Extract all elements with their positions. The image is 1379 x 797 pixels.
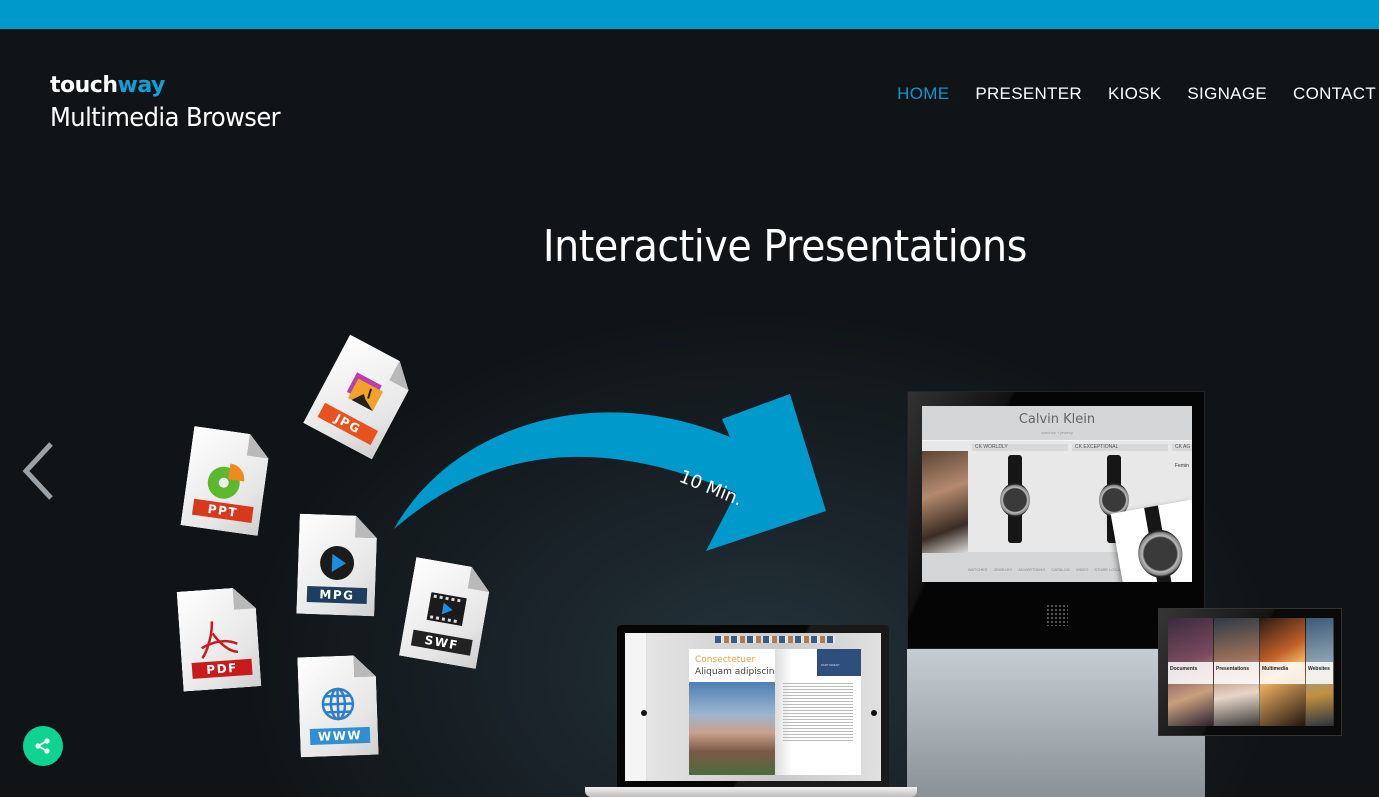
kiosk-tagline: watches + jewelry — [1041, 430, 1073, 435]
file-label-www: WWW — [309, 726, 371, 745]
kiosk-menu-item: CATALOG — [1051, 567, 1070, 572]
tablet-tile: Websites — [1306, 618, 1334, 726]
hero-slider: touchway Multimedia Browser HOME PRESENT… — [0, 29, 1379, 797]
nav-signage[interactable]: SIGNAGE — [1187, 84, 1267, 104]
slide-headline: Interactive Presentations — [542, 221, 1027, 272]
chevron-left-icon — [22, 442, 53, 500]
watch-image — [1000, 483, 1030, 517]
kiosk-speaker — [1046, 604, 1068, 626]
logo-product-name: Multimedia Browser — [50, 103, 281, 133]
file-icon-pdf: PDF — [177, 586, 262, 691]
tablet-tile-label: Presentations — [1214, 662, 1259, 684]
kiosk-side-heading: Femin — [1175, 463, 1189, 469]
film-icon — [426, 592, 467, 626]
tablet-tile-label: Multimedia — [1260, 662, 1305, 684]
file-icon-mpg: MPG — [296, 514, 377, 617]
main-nav: HOME PRESENTER KIOSK SIGNAGE CONTACT — [871, 84, 1376, 104]
kiosk-menu-item: VIDEO — [1075, 567, 1089, 572]
file-icon-www: WWW — [297, 655, 378, 758]
kiosk-col-3: CK AG — [1172, 444, 1192, 451]
share-button[interactable] — [23, 726, 63, 766]
laptop-screen: Consectetuer Aliquam adipiscing PARTURIE… — [625, 633, 881, 781]
slider-prev-button[interactable] — [22, 442, 54, 500]
slide-headline-wrap: Interactive Presentations — [0, 221, 1379, 272]
tablet-tile-label: Documents — [1168, 662, 1213, 684]
curved-arrow-graphic: 10 Min. — [394, 394, 826, 551]
laptop-title-1: Consectetuer — [695, 655, 756, 665]
top-accent-bar — [0, 0, 1379, 29]
globe-icon — [321, 687, 355, 721]
laptop-next-dot — [871, 710, 877, 716]
laptop-title-2: Aliquam adipiscing — [695, 667, 781, 677]
kiosk-col-2: CK EXCEPTIONAL — [1072, 444, 1168, 451]
laptop-photo — [689, 682, 775, 775]
logo[interactable]: touchway Multimedia Browser — [50, 73, 297, 135]
tablet-tile: Documents — [1168, 618, 1214, 726]
kiosk-watch-card — [1110, 499, 1192, 582]
tablet-tile: Multimedia — [1260, 618, 1306, 726]
laptop-badge: PARTURIENT — [817, 649, 861, 676]
kiosk-menu-item: ADVERTISING — [1018, 567, 1046, 572]
kiosk-col-1: CK WORLDLY — [972, 444, 1068, 451]
nav-presenter[interactable]: PRESENTER — [975, 84, 1082, 104]
laptop-thumbnails — [715, 636, 835, 643]
tablet-tile: Presentations — [1214, 618, 1260, 726]
acrobat-icon — [200, 621, 239, 660]
logo-brand-primary: touch — [50, 73, 118, 98]
play-icon — [320, 546, 355, 581]
laptop-page-left: Consectetuer Aliquam adipiscing — [689, 649, 780, 775]
tablet-screen: Documents Presentations Multimedia Websi… — [1168, 618, 1334, 726]
laptop-sidebar — [625, 633, 647, 781]
nav-kiosk[interactable]: KIOSK — [1108, 84, 1161, 104]
kiosk-device: Calvin Klein watches + jewelry CK WORLDL… — [907, 391, 1205, 797]
laptop-base — [585, 787, 917, 797]
file-icon-ppt: PPT — [180, 426, 271, 536]
kiosk-brand: Calvin Klein — [1018, 412, 1096, 427]
laptop-prev-dot — [641, 710, 647, 716]
nav-contact[interactable]: CONTACT — [1293, 84, 1376, 104]
tablet-device: Documents Presentations Multimedia Websi… — [1158, 608, 1342, 736]
tablet-tile-label: Websites — [1306, 662, 1333, 684]
pie-chart-icon — [207, 463, 245, 499]
kiosk-menu-item: JEWELRY — [993, 567, 1013, 572]
kiosk-ad-photo — [922, 451, 968, 553]
logo-brand-accent: way — [117, 73, 166, 98]
laptop-page-right: PARTURIENT — [775, 649, 861, 775]
kiosk-screen: Calvin Klein watches + jewelry CK WORLDL… — [922, 406, 1192, 582]
kiosk-menu-item: WATCHES — [967, 567, 988, 572]
logo-brand: touchway — [50, 73, 297, 99]
file-label-mpg: MPG — [306, 585, 368, 605]
nav-home[interactable]: HOME — [897, 84, 949, 104]
laptop-device: Consectetuer Aliquam adipiscing PARTURIE… — [585, 625, 917, 797]
share-icon — [35, 738, 50, 754]
